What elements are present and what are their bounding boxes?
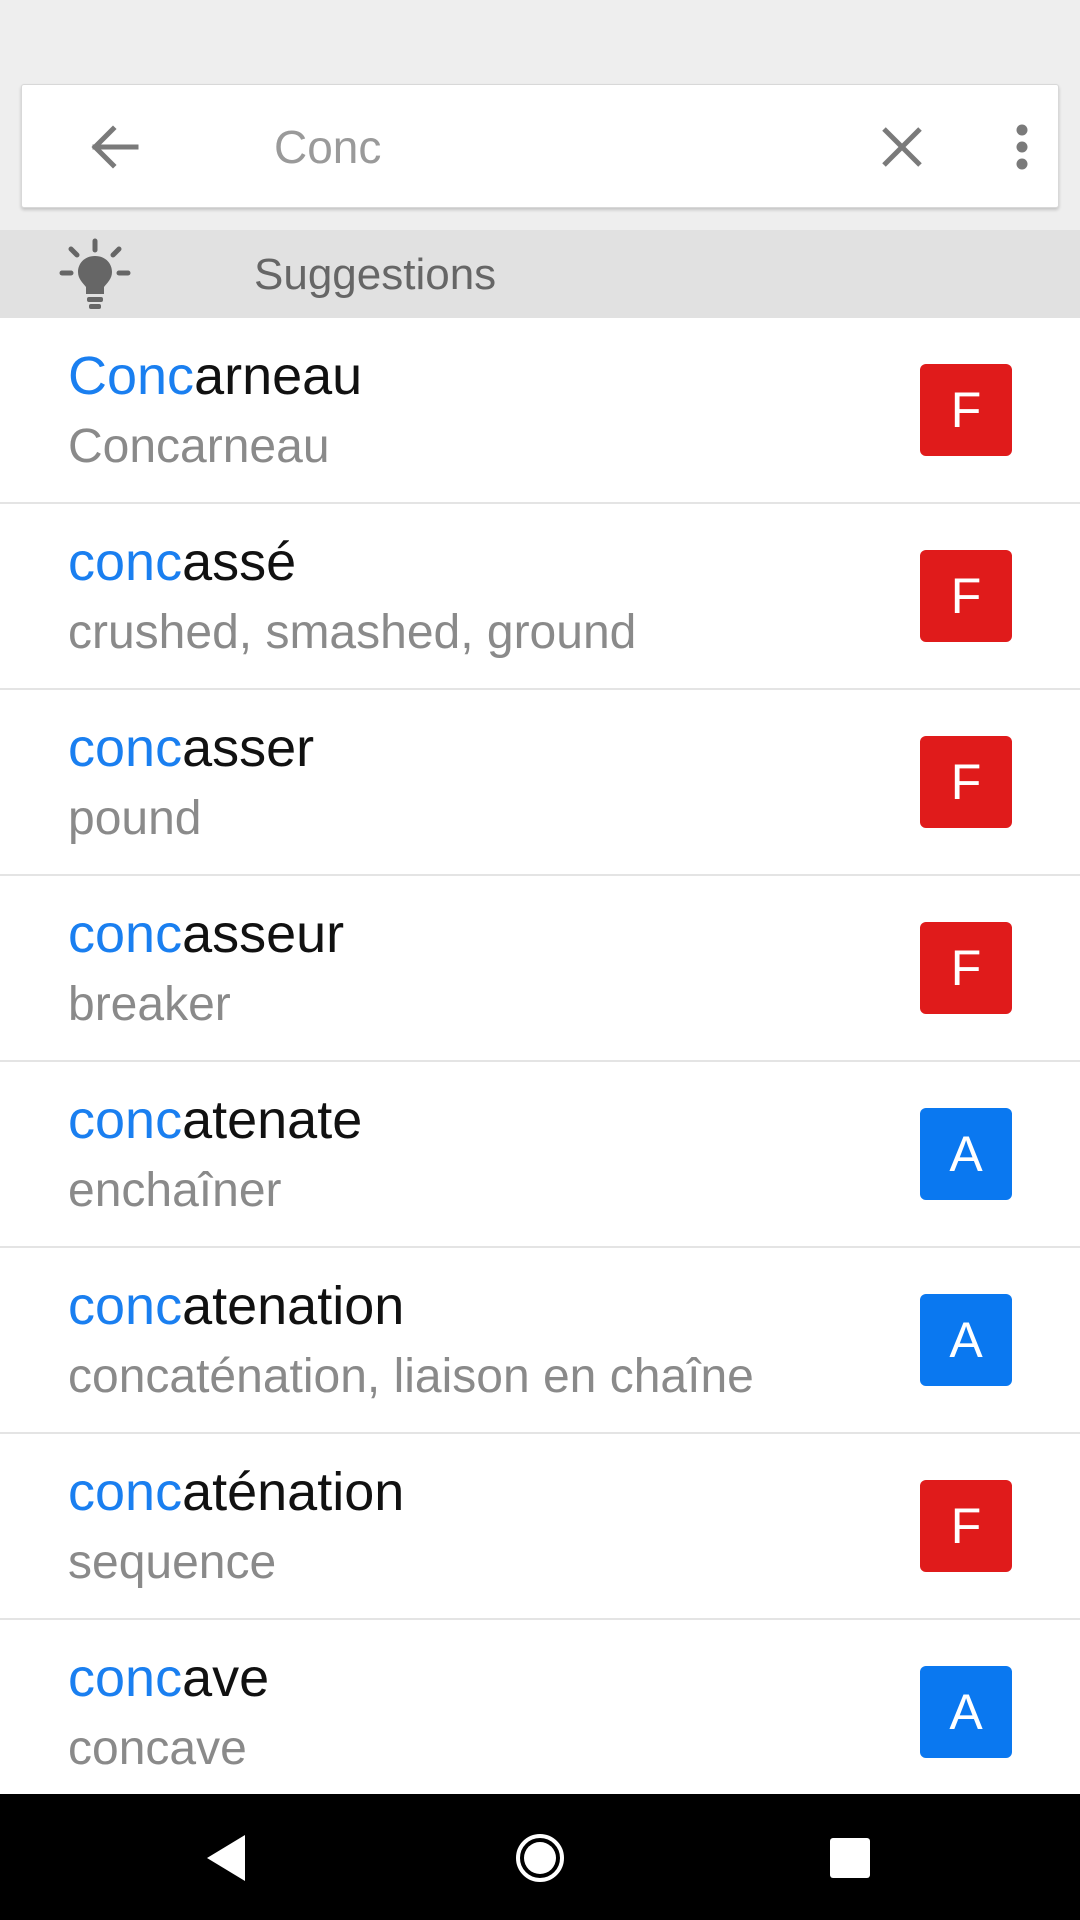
list-item[interactable]: concatenate enchaîner A	[0, 1062, 1080, 1248]
search-bar	[21, 84, 1059, 208]
match-prefix: conc	[68, 1276, 183, 1336]
list-item[interactable]: concasseur breaker F	[0, 876, 1080, 1062]
result-word: concasser	[68, 716, 314, 780]
arrow-left-icon	[91, 125, 139, 169]
language-badge: A	[920, 1294, 1012, 1386]
list-item[interactable]: concasser pound F	[0, 690, 1080, 876]
list-item[interactable]: concaténation sequence F	[0, 1434, 1080, 1620]
more-vert-icon	[1016, 124, 1028, 170]
word-rest: ave	[182, 1648, 270, 1708]
language-badge: F	[920, 364, 1012, 456]
language-badge: A	[920, 1108, 1012, 1200]
top-area	[0, 0, 1080, 230]
result-word: concaténation	[68, 1460, 404, 1524]
nav-home-icon	[516, 1834, 564, 1882]
system-navigation-bar	[0, 1794, 1080, 1920]
nav-back-icon	[207, 1835, 245, 1881]
result-word: concasseur	[68, 902, 344, 966]
result-translation: enchaîner	[68, 1164, 282, 1217]
result-word: concave	[68, 1646, 269, 1710]
results-list: Concarneau Concarneau F concassé crushed…	[0, 318, 1080, 1794]
list-item[interactable]: Concarneau Concarneau F	[0, 318, 1080, 504]
result-word: concatenate	[68, 1088, 362, 1152]
word-rest: asser	[182, 718, 315, 778]
match-prefix: conc	[68, 1648, 183, 1708]
result-translation: pound	[68, 792, 202, 845]
match-prefix: conc	[68, 1090, 183, 1150]
match-prefix: conc	[68, 532, 183, 592]
match-prefix: conc	[68, 904, 183, 964]
word-rest: assé	[182, 532, 297, 592]
clear-button[interactable]	[864, 113, 940, 181]
result-word: concatenation	[68, 1274, 404, 1338]
search-input[interactable]	[254, 107, 834, 187]
word-rest: arneau	[194, 346, 363, 406]
result-word: concassé	[68, 530, 296, 594]
result-translation: Concarneau	[68, 420, 330, 473]
result-translation: sequence	[68, 1536, 277, 1589]
language-badge: A	[920, 1666, 1012, 1758]
language-badge: F	[920, 1480, 1012, 1572]
result-translation: concaténation, liaison en chaîne	[68, 1350, 754, 1403]
screen: Suggestions Concarneau Concarneau F conc…	[0, 0, 1080, 1920]
word-rest: asseur	[182, 904, 345, 964]
result-translation: concave	[68, 1722, 247, 1775]
word-rest: aténation	[182, 1462, 405, 1522]
match-prefix: conc	[68, 1462, 183, 1522]
nav-recents-icon	[830, 1838, 870, 1878]
nav-back-button[interactable]	[178, 1818, 274, 1898]
result-word: Concarneau	[68, 344, 362, 408]
nav-home-button[interactable]	[492, 1818, 588, 1898]
list-item[interactable]: concatenation concaténation, liaison en …	[0, 1248, 1080, 1434]
result-translation: breaker	[68, 978, 231, 1031]
lightbulb-icon	[59, 238, 131, 309]
word-rest: atenate	[182, 1090, 363, 1150]
suggestions-label: Suggestions	[254, 250, 497, 299]
result-translation: crushed, smashed, ground	[68, 606, 637, 659]
match-prefix: conc	[68, 718, 183, 778]
more-options-button[interactable]	[988, 113, 1056, 181]
list-item[interactable]: concassé crushed, smashed, ground F	[0, 504, 1080, 690]
language-badge: F	[920, 550, 1012, 642]
word-rest: atenation	[182, 1276, 405, 1336]
list-item[interactable]: concave concave A	[0, 1620, 1080, 1794]
language-badge: F	[920, 736, 1012, 828]
close-icon	[882, 127, 922, 167]
language-badge: F	[920, 922, 1012, 1014]
back-button[interactable]	[74, 113, 154, 181]
nav-recents-button[interactable]	[802, 1818, 898, 1898]
match-prefix: Conc	[68, 346, 195, 406]
suggestions-header: Suggestions	[0, 230, 1080, 318]
